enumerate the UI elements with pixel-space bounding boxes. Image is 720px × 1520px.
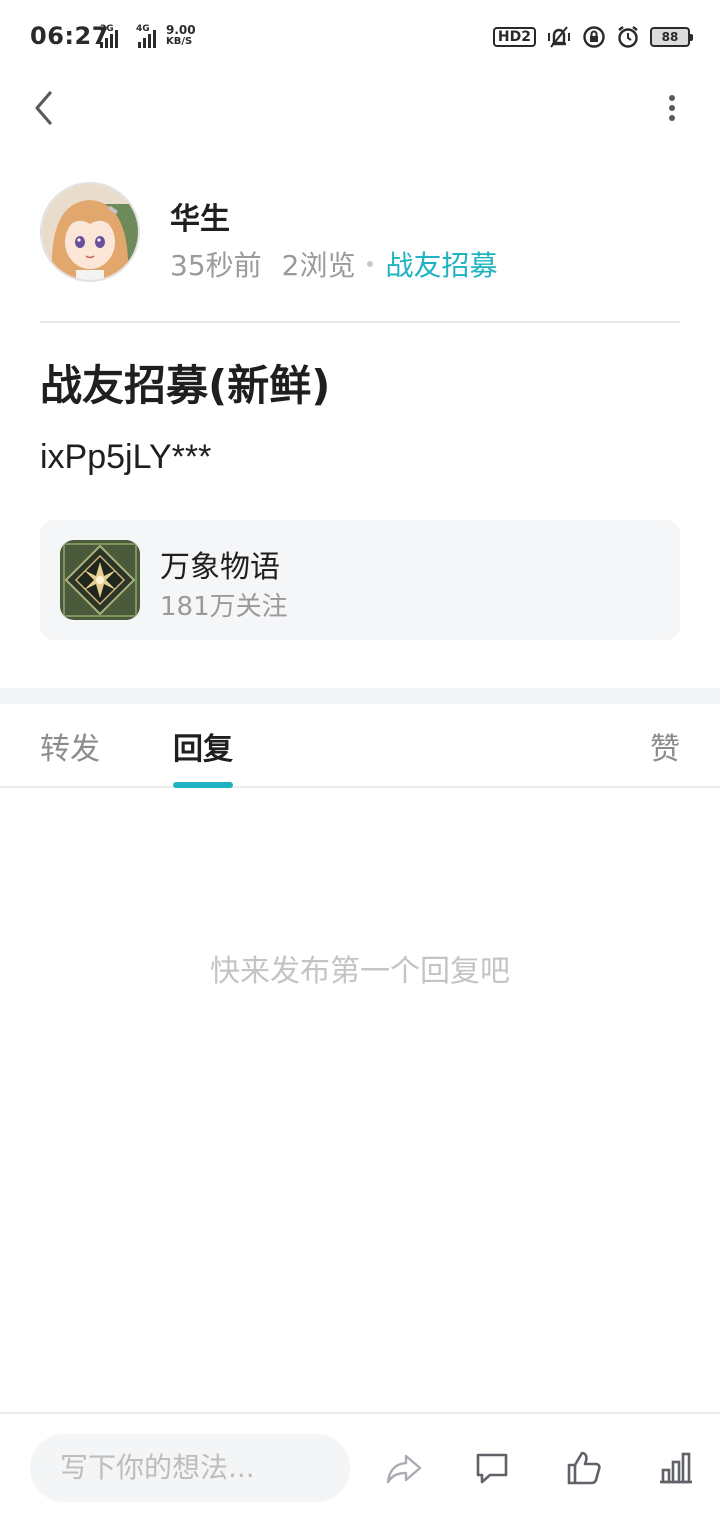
- chevron-left-icon: [35, 91, 52, 125]
- user-avatar: [42, 184, 138, 280]
- tab-like[interactable]: 赞: [650, 724, 680, 768]
- bottom-action-bar: 写下你的想法...: [0, 1412, 720, 1520]
- signal-icon: 4G: [132, 24, 160, 48]
- top-nav: [0, 72, 720, 148]
- share-button[interactable]: [384, 1448, 424, 1488]
- stats-button[interactable]: [656, 1448, 696, 1488]
- game-followers: 181万关注: [160, 592, 288, 622]
- post-author: 华生 35秒前 2浏览 战友招募: [40, 182, 680, 284]
- back-button[interactable]: [24, 86, 64, 130]
- alarm-icon: [618, 26, 638, 48]
- post-tag[interactable]: 战友招募: [385, 244, 497, 284]
- author-name[interactable]: 华生: [170, 194, 230, 238]
- like-icon: [567, 1451, 601, 1485]
- meta-separator-dot: [367, 261, 374, 267]
- network-speed: 9.00 KB/S: [166, 23, 196, 47]
- more-options-button[interactable]: [660, 86, 684, 130]
- tab-reply[interactable]: 回复: [173, 724, 233, 768]
- comment-icon: [476, 1453, 508, 1484]
- divider: [40, 321, 680, 323]
- avatar[interactable]: [40, 182, 140, 282]
- battery-icon: 88: [650, 27, 693, 47]
- status-time: 06:27: [30, 22, 109, 50]
- game-card[interactable]: 万象物语 181万关注: [40, 520, 680, 640]
- empty-state-message: 快来发布第一个回复吧: [210, 954, 510, 989]
- status-bar: 06:27 2G 4G 9.00 KB/S HD2 88: [0, 0, 720, 72]
- vibrate-icon: [548, 26, 570, 48]
- tab-bar: 转发 回复 赞: [0, 704, 720, 788]
- section-separator: [0, 688, 720, 704]
- signal-icon: 2G: [100, 24, 124, 48]
- game-name: 万象物语: [160, 550, 280, 585]
- comment-button[interactable]: [472, 1448, 512, 1488]
- hd-icon: HD2: [492, 27, 536, 47]
- post-body: ixPp5jLY***: [40, 438, 212, 476]
- comment-input[interactable]: 写下你的想法...: [30, 1434, 350, 1502]
- active-tab-indicator: [173, 782, 233, 788]
- rotation-lock-icon: [583, 26, 605, 48]
- post-time: 35秒前: [170, 249, 262, 282]
- share-icon: [386, 1454, 422, 1484]
- more-vertical-icon: [669, 95, 675, 121]
- like-button[interactable]: [564, 1448, 604, 1488]
- post-title: 战友招募(新鲜): [40, 361, 331, 410]
- view-count: 2浏览: [281, 249, 356, 282]
- game-emblem-icon: [60, 540, 140, 620]
- status-icons: HD2 88: [492, 24, 693, 50]
- post-meta: 35秒前 2浏览 战友招募: [170, 244, 497, 284]
- stats-icon: [660, 1452, 692, 1484]
- tab-forward[interactable]: 转发: [40, 724, 100, 768]
